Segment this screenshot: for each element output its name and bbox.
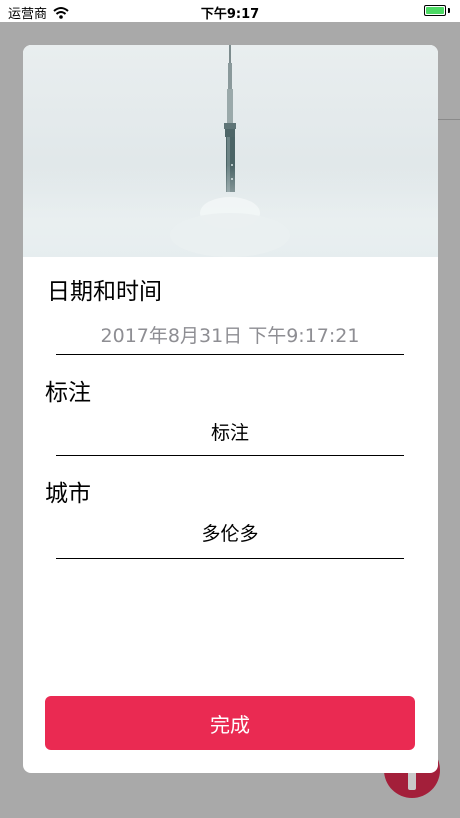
background-divider (438, 119, 460, 120)
city-field[interactable]: 多伦多 (56, 522, 404, 546)
note-label: 标注 (45, 380, 91, 406)
battery-icon (424, 5, 446, 16)
note-underline (56, 455, 404, 456)
tower-illustration (23, 45, 438, 257)
battery-tip (448, 8, 450, 13)
status-time: 下午9:17 (200, 7, 260, 22)
entry-card: 日期和时间 2017年8月31日 下午9:17:21 标注 标注 城市 多伦多 … (23, 45, 438, 773)
hero-image (23, 45, 438, 257)
note-field[interactable]: 标注 (56, 421, 404, 445)
datetime-label: 日期和时间 (47, 279, 162, 305)
done-button[interactable]: 完成 (45, 696, 415, 750)
datetime-field[interactable]: 2017年8月31日 下午9:17:21 (56, 324, 404, 348)
city-label: 城市 (45, 481, 91, 507)
status-bar: 运营商 下午9:17 (0, 0, 460, 22)
city-underline (56, 558, 404, 559)
datetime-underline (56, 354, 404, 355)
battery-level (426, 7, 444, 14)
